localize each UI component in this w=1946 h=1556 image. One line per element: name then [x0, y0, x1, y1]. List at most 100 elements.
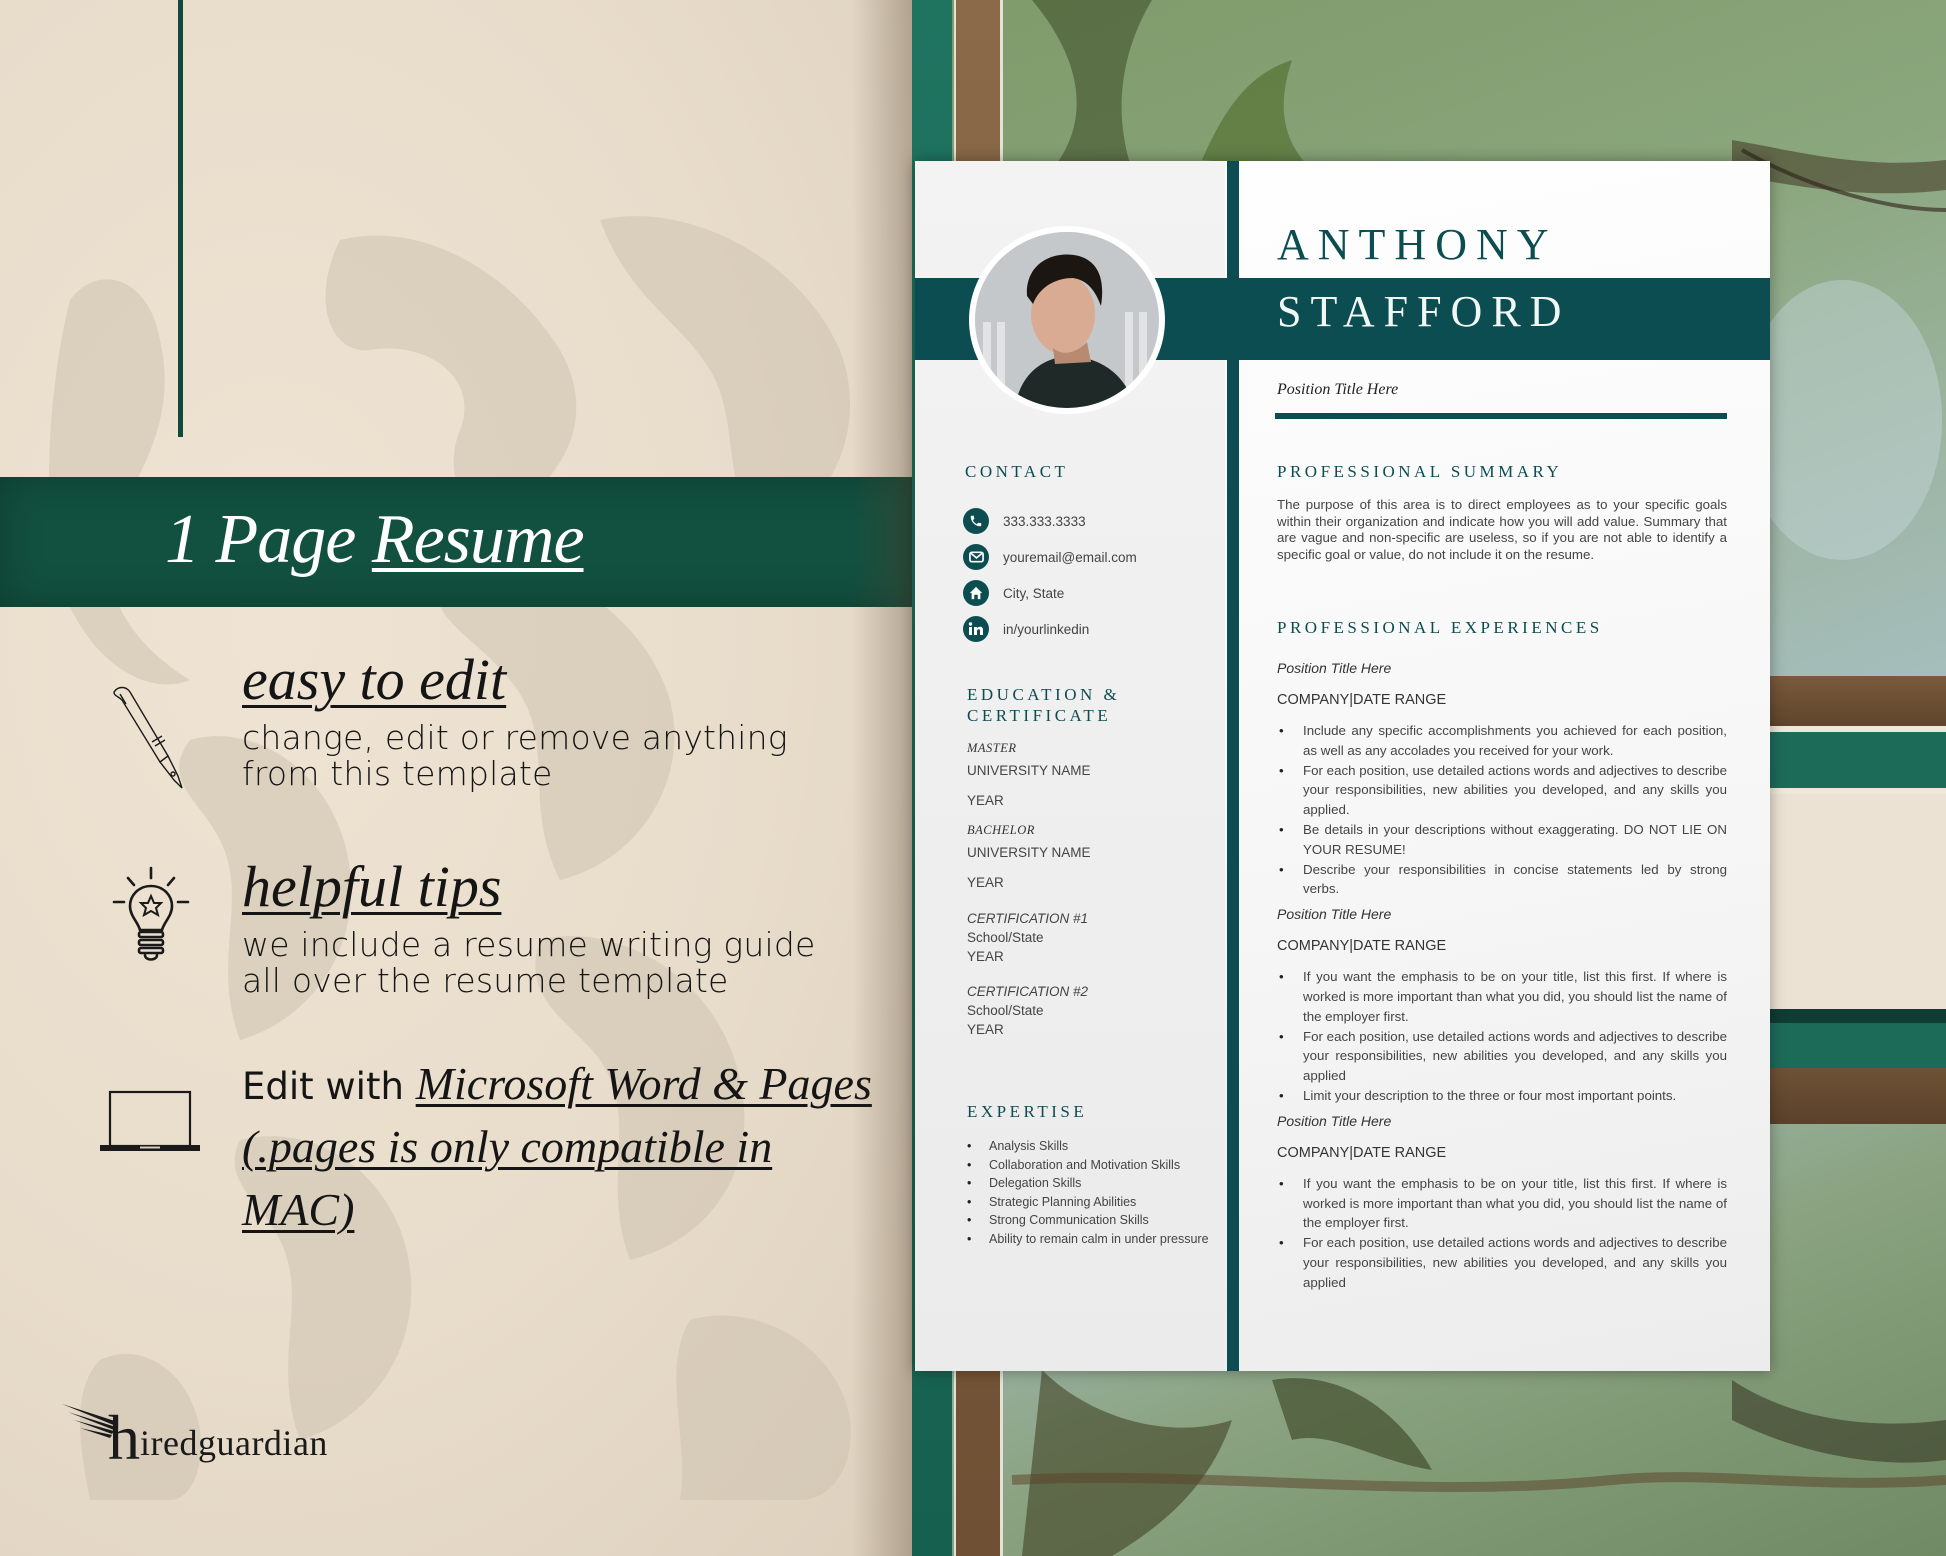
university-name: UNIVERSITY NAME — [967, 763, 1091, 778]
profile-photo-image — [975, 232, 1159, 408]
feature-description: we include a resume writing guide all ov… — [242, 927, 816, 999]
contact-linkedin: in/yourlinkedin — [963, 611, 1137, 647]
job-bullets: If you want the emphasis to be on your t… — [1277, 967, 1727, 1106]
promo-title-prefix: 1 Page — [165, 501, 372, 578]
decorative-band-brown — [1770, 676, 1946, 726]
feature-description-line: from this template — [242, 754, 553, 793]
feature-description: change, edit or remove anything from thi… — [242, 720, 788, 792]
job-title: Position Title Here — [1277, 660, 1392, 676]
university-name: UNIVERSITY NAME — [967, 845, 1091, 860]
job-bullet: Include any specific accomplishments you… — [1277, 721, 1727, 761]
experience-list: Position Title Here COMPANY|DATE RANGE I… — [1277, 659, 1727, 1299]
job-company: COMPANY|DATE RANGE — [1277, 1144, 1447, 1161]
home-icon — [963, 580, 989, 606]
summary-text: The purpose of this area is to direct em… — [1277, 497, 1727, 562]
experience-heading: PROFESSIONAL EXPERIENCES — [1277, 618, 1603, 637]
feature-title: easy to edit — [242, 647, 507, 712]
linkedin-icon — [963, 616, 989, 642]
job-bullet: For each position, use detailed actions … — [1277, 1233, 1727, 1292]
expertise-item: Collaboration and Motivation Skills — [967, 1156, 1217, 1175]
expertise-item: Analysis Skills — [967, 1137, 1217, 1156]
job-bullets: Include any specific accomplishments you… — [1277, 721, 1727, 899]
contact-list: 333.333.3333 youremail@email.com City, S… — [963, 503, 1137, 647]
brand-logo: h iredguardian — [60, 1398, 328, 1473]
resume-last-name: STAFFORD — [1277, 287, 1571, 336]
promo-panel: 1 Page Resume easy to edit change, edit … — [0, 0, 912, 1556]
contact-text: City, State — [1003, 585, 1065, 601]
education-entry: BACHELOR UNIVERSITY NAME YEAR — [967, 823, 1207, 905]
job-entry: Position Title Here COMPANY|DATE RANGE I… — [1277, 905, 1727, 1106]
feature-helpful-tips: helpful tips we include a resume writing… — [242, 855, 816, 999]
certification-name: CERTIFICATION #2 — [967, 984, 1089, 999]
expertise-item: Ability to remain calm in under pressure — [967, 1230, 1217, 1249]
certification-year: YEAR — [967, 1022, 1004, 1037]
profile-photo — [969, 226, 1165, 414]
laptop-icon — [100, 1090, 200, 1151]
job-bullet: Be details in your descriptions without … — [1277, 820, 1727, 860]
resume-title-rule — [1275, 413, 1727, 419]
education-heading-line: EDUCATION & — [967, 685, 1121, 704]
job-company: COMPANY|DATE RANGE — [1277, 938, 1447, 955]
job-title: Position Title Here — [1277, 1112, 1392, 1129]
feature-description-line: change, edit or remove anything — [242, 718, 788, 757]
contact-text: 333.333.3333 — [1003, 513, 1086, 529]
graduation-year: YEAR — [967, 793, 1004, 808]
fountain-pen-icon — [113, 686, 183, 789]
job-bullet: For each position, use detailed actions … — [1277, 1027, 1727, 1086]
feature-description-line: all over the resume template — [242, 961, 729, 1000]
decorative-vertical-line — [178, 0, 183, 437]
job-entry: Position Title Here COMPANY|DATE RANGE I… — [1277, 659, 1727, 899]
logo-initial: h — [108, 1402, 140, 1473]
degree-name: BACHELOR — [967, 823, 1035, 837]
job-title: Position Title Here — [1277, 906, 1392, 923]
certification-name: CERTIFICATION #1 — [967, 911, 1089, 926]
floral-background-illustration — [49, 216, 851, 1500]
job-bullet: If you want the emphasis to be on your t… — [1277, 1174, 1727, 1233]
job-bullet: If you want the emphasis to be on your t… — [1277, 967, 1727, 1026]
expertise-item: Delegation Skills — [967, 1174, 1217, 1193]
feature-title: helpful tips — [242, 854, 502, 919]
degree-name: MASTER — [967, 741, 1017, 755]
job-company: COMPANY|DATE RANGE — [1277, 692, 1447, 708]
contact-location: City, State — [963, 575, 1137, 611]
resume-preview: ANTHONY STAFFORD Position Title Here CON… — [915, 161, 1770, 1371]
decorative-band-green — [1770, 732, 1946, 788]
certification-year: YEAR — [967, 949, 1004, 964]
expertise-list: Analysis Skills Collaboration and Motiva… — [967, 1137, 1217, 1248]
certification-entry: CERTIFICATION #2 School/State YEAR — [967, 982, 1207, 1039]
decorative-band-brown — [1770, 1068, 1946, 1124]
contact-text: youremail@email.com — [1003, 549, 1137, 565]
email-icon — [963, 544, 989, 570]
phone-icon — [963, 508, 989, 534]
decorative-band-dark-green — [1770, 1009, 1946, 1023]
resume-first-name: ANTHONY — [1277, 220, 1558, 269]
expertise-item: Strategic Planning Abilities — [967, 1193, 1217, 1212]
decorative-band-green — [1770, 1023, 1946, 1068]
feature-description-line: we include a resume writing guide — [242, 925, 816, 964]
promo-title: 1 Page Resume — [165, 500, 585, 580]
contact-email: youremail@email.com — [963, 539, 1137, 575]
feature-edit-with: Edit with Microsoft Word & Pages (.pages… — [242, 1058, 882, 1247]
education-list: MASTER UNIVERSITY NAME YEAR BACHELOR UNI… — [967, 741, 1207, 1055]
job-bullet: Limit your description to the three or f… — [1277, 1086, 1727, 1106]
summary-heading: PROFESSIONAL SUMMARY — [1277, 462, 1563, 481]
job-bullet: For each position, use detailed actions … — [1277, 761, 1727, 820]
logo-wordmark: iredguardian — [140, 1423, 328, 1463]
person-portrait — [975, 232, 1159, 408]
feature-lead: Edit with — [242, 1065, 416, 1108]
expertise-heading: EXPERTISE — [967, 1102, 1088, 1121]
contact-text: in/yourlinkedin — [1003, 621, 1090, 637]
promo-title-underlined: Resume — [371, 501, 585, 578]
decorative-band-cream — [1770, 794, 1946, 1009]
resume-position-title: Position Title Here — [1277, 381, 1399, 398]
job-bullets: If you want the emphasis to be on your t… — [1277, 1174, 1727, 1293]
contact-phone: 333.333.3333 — [963, 503, 1137, 539]
education-entry: MASTER UNIVERSITY NAME YEAR — [967, 741, 1207, 823]
certification-school: School/State — [967, 930, 1044, 945]
expertise-item: Strong Communication Skills — [967, 1211, 1217, 1230]
certification-school: School/State — [967, 1003, 1044, 1018]
education-heading: EDUCATION & CERTIFICATE — [967, 684, 1120, 726]
graduation-year: YEAR — [967, 875, 1004, 890]
certification-entry: CERTIFICATION #1 School/State YEAR — [967, 909, 1207, 966]
feature-easy-to-edit: easy to edit change, edit or remove anyt… — [242, 648, 788, 792]
